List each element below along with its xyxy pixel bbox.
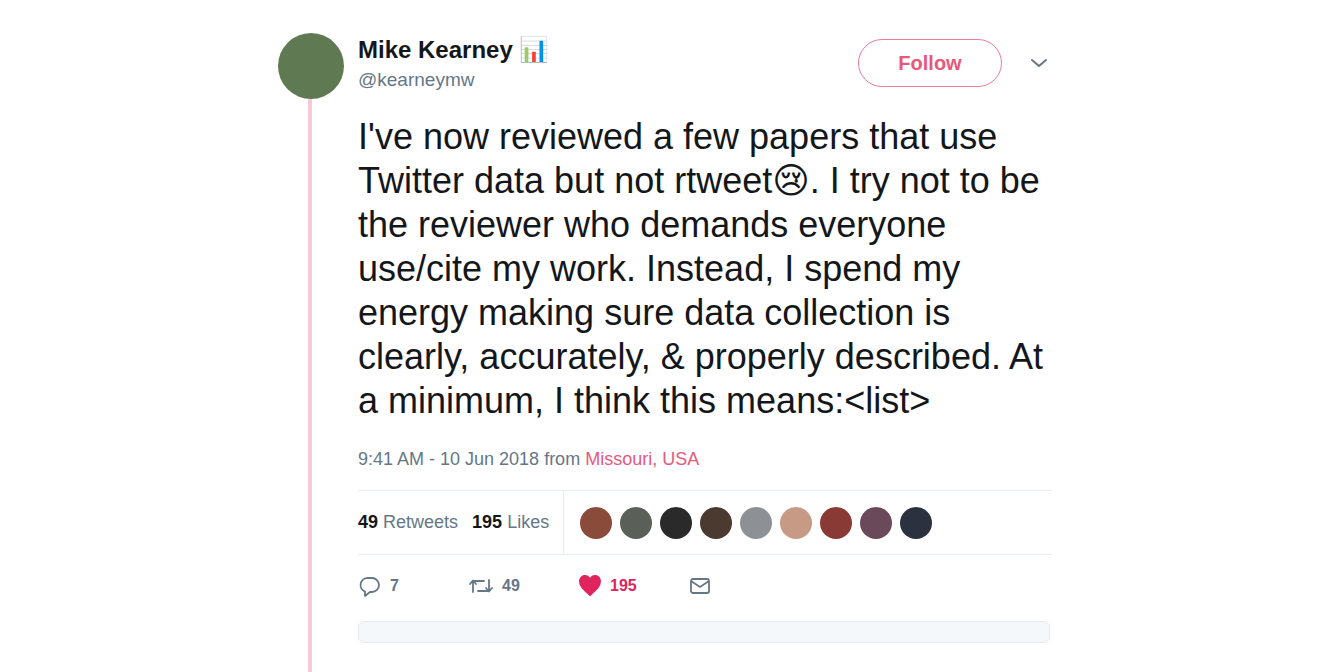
liker-avatar[interactable] <box>660 507 692 539</box>
stats-row: 49 Retweets 195 Likes <box>358 490 1052 555</box>
envelope-icon <box>688 574 712 598</box>
liker-avatar[interactable] <box>740 507 772 539</box>
actions-row: 7 49 195 <box>358 555 1052 617</box>
chevron-down-icon[interactable] <box>1030 57 1048 69</box>
timestamp-text[interactable]: 9:41 AM - 10 Jun 2018 from <box>358 449 585 469</box>
liker-avatar[interactable] <box>700 507 732 539</box>
liker-avatar[interactable] <box>620 507 652 539</box>
liker-avatar[interactable] <box>580 507 612 539</box>
author-name[interactable]: Mike Kearney 📊 <box>358 35 858 65</box>
like-action[interactable]: 195 <box>578 574 688 598</box>
thread-line-column <box>278 99 344 672</box>
reply-box[interactable] <box>358 621 1050 643</box>
stat-counts: 49 Retweets 195 Likes <box>358 491 564 554</box>
tweet-header: Mike Kearney 📊 @kearneymw Follow <box>358 33 1052 99</box>
liker-avatar[interactable] <box>900 507 932 539</box>
likers <box>564 507 932 539</box>
author-handle[interactable]: @kearneymw <box>358 67 858 93</box>
location-link[interactable]: Missouri, USA <box>585 449 699 469</box>
retweet-action[interactable]: 49 <box>468 574 578 598</box>
tweet-text: I've now reviewed a few papers that use … <box>358 115 1048 423</box>
page: Mike Kearney 📊 @kearneymw Follow I've no… <box>0 0 1344 672</box>
tweet-card: Mike Kearney 📊 @kearneymw Follow I've no… <box>278 33 1052 672</box>
reply-action[interactable]: 7 <box>358 574 468 598</box>
action-count: 7 <box>390 577 399 595</box>
author: Mike Kearney 📊 @kearneymw <box>358 33 858 93</box>
stat[interactable]: 195 Likes <box>472 512 549 533</box>
retweet-icon <box>468 574 494 598</box>
action-count: 195 <box>610 577 637 595</box>
stat[interactable]: 49 Retweets <box>358 512 458 533</box>
follow-button[interactable]: Follow <box>858 39 1002 87</box>
liker-avatar[interactable] <box>780 507 812 539</box>
liker-avatar[interactable] <box>860 507 892 539</box>
action-count: 49 <box>502 577 520 595</box>
thread-line <box>308 99 312 672</box>
reply-icon <box>358 574 382 598</box>
liker-avatar[interactable] <box>820 507 852 539</box>
tweet-body: I've now reviewed a few papers that use … <box>358 99 1052 672</box>
timestamp: 9:41 AM - 10 Jun 2018 from Missouri, USA <box>358 447 1052 471</box>
avatar[interactable] <box>278 33 344 99</box>
heart-icon <box>578 574 602 598</box>
message-action[interactable] <box>688 574 798 598</box>
